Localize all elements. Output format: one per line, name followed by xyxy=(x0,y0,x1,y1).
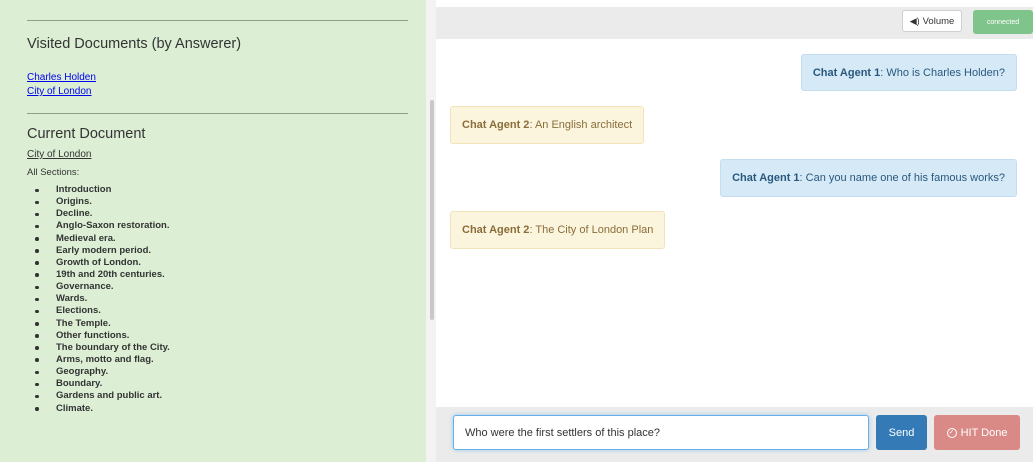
section-item: Gardens and public art. xyxy=(35,390,170,402)
chat-message-agent1: Chat Agent 1: Who is Charles Holden? xyxy=(800,54,1017,91)
section-item: Climate. xyxy=(35,403,170,415)
volume-label: Volume xyxy=(922,15,955,27)
section-item: Introduction xyxy=(35,184,170,196)
visited-link-charles-holden[interactable]: Charles Holden xyxy=(27,72,96,83)
section-item: 19th and 20th centuries. xyxy=(35,269,170,281)
message-speaker: Chat Agent 1 xyxy=(732,172,800,184)
section-item: Governance. xyxy=(35,281,170,293)
divider xyxy=(27,20,408,21)
chat-input[interactable] xyxy=(453,415,869,450)
chat-input-bar: Send ✓ HIT Done xyxy=(436,407,1033,462)
section-item: Anglo-Saxon restoration. xyxy=(35,220,170,232)
section-item: Decline. xyxy=(35,208,170,220)
section-item: Elections. xyxy=(35,305,170,317)
divider xyxy=(27,113,408,114)
section-list: Introduction Origins. Decline. Anglo-Sax… xyxy=(35,184,170,415)
message-speaker: Chat Agent 1 xyxy=(812,66,881,79)
current-document-title: Current Document xyxy=(27,126,146,142)
message-speaker: Chat Agent 2 xyxy=(462,119,530,131)
chat-message-agent2: Chat Agent 2: An English architect xyxy=(450,106,645,144)
section-item: Arms, motto and flag. xyxy=(35,354,170,366)
section-item: Wards. xyxy=(35,293,170,305)
section-item: Geography. xyxy=(35,366,170,378)
document-panel-scrollbar[interactable] xyxy=(426,0,436,462)
speaker-icon: ◀) xyxy=(909,15,920,26)
connection-status-badge: connected xyxy=(973,10,1033,34)
section-item: Boundary. xyxy=(35,378,170,390)
section-item: Early modern period. xyxy=(35,245,170,257)
current-document-link[interactable]: City of London xyxy=(27,149,92,160)
chat-toolbar: ◀) Volume connected xyxy=(436,7,1033,39)
chat-message-agent2: Chat Agent 2: The City of London Plan xyxy=(450,211,666,249)
section-item: Medieval era. xyxy=(35,233,170,245)
hit-done-button[interactable]: ✓ HIT Done xyxy=(934,415,1020,450)
volume-button[interactable]: ◀) Volume xyxy=(902,10,962,32)
message-text: : An English architect xyxy=(529,119,633,131)
section-item: The boundary of the City. xyxy=(35,342,170,354)
visited-link-city-of-london[interactable]: City of London xyxy=(27,86,92,97)
message-text: : Can you name one of his famous works? xyxy=(799,172,1005,184)
section-item: Growth of London. xyxy=(35,257,170,269)
hit-done-label: HIT Done xyxy=(960,426,1008,439)
all-sections-label: All Sections: xyxy=(27,167,80,178)
section-item: Other functions. xyxy=(35,330,170,342)
scrollbar-thumb[interactable] xyxy=(430,100,434,320)
section-item: The Temple. xyxy=(35,318,170,330)
chat-message-agent1: Chat Agent 1: Can you name one of his fa… xyxy=(720,159,1017,197)
check-circle-icon: ✓ xyxy=(946,427,957,438)
send-button[interactable]: Send xyxy=(876,415,927,450)
section-item: Origins. xyxy=(35,196,170,208)
message-text: : Who is Charles Holden? xyxy=(880,66,1005,79)
visited-documents-title: Visited Documents (by Answerer) xyxy=(27,36,242,52)
document-panel: Visited Documents (by Answerer) Charles … xyxy=(0,0,426,462)
chat-messages: Chat Agent 1: Who is Charles Holden? Cha… xyxy=(436,39,1033,407)
message-text: : The City of London Plan xyxy=(529,224,654,236)
message-speaker: Chat Agent 2 xyxy=(462,224,530,236)
